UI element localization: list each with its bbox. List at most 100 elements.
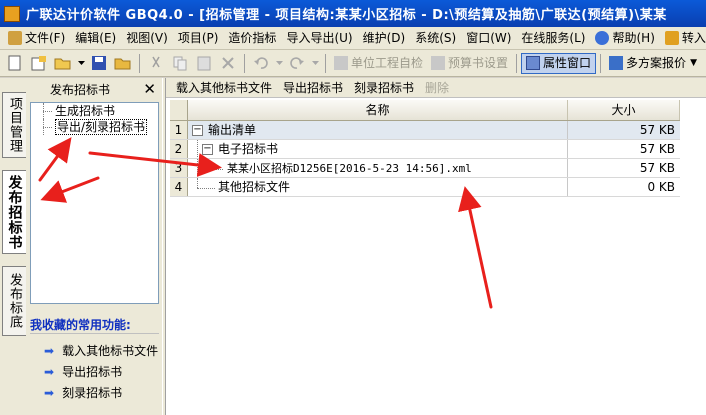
tree-connector: [207, 159, 208, 169]
menu-transfer[interactable]: 转入: [660, 28, 706, 49]
menu-system[interactable]: 系统(S): [410, 28, 461, 49]
menu-online-service-label: 在线服务(L): [521, 30, 586, 45]
unit-check-label: 单位工程自检: [351, 55, 424, 70]
grid-header: 名称 大小: [170, 100, 680, 121]
tree-item-label: 生成招标书: [55, 104, 116, 118]
paste-icon[interactable]: [194, 53, 214, 73]
menu-import-export-label: 导入导出(U): [286, 30, 353, 45]
arrow-right-icon: ➡: [44, 343, 55, 358]
multi-quote-button[interactable]: 多方案报价 ▼: [605, 53, 701, 74]
title-bar: 广联达计价软件 GBQ4.0 - [招标管理 - 项目结构:某某小区招标 - D…: [0, 0, 706, 27]
column-header-name[interactable]: 名称: [188, 100, 568, 120]
transfer-icon: [664, 31, 679, 45]
row-name-cell: − 输出清单: [188, 121, 568, 139]
menu-bar: 文件(F) 编辑(E) 视图(V) 项目(P) 造价指标 导入导出(U) 维护(…: [0, 27, 706, 50]
estimate-settings-button[interactable]: 预算书设置: [427, 53, 512, 74]
new-project-icon[interactable]: [29, 53, 49, 73]
table-row[interactable]: 2 − 电子招标书 57 KB: [170, 140, 680, 159]
toolbar: 单位工程自检 预算书设置 属性窗口 多方案报价 ▼: [0, 50, 706, 77]
burn-tender-button[interactable]: 刻录招标书: [354, 79, 414, 96]
table-row[interactable]: 4 其他招标文件 0 KB: [170, 178, 680, 197]
open-dropdown-chevron-icon[interactable]: [77, 53, 85, 73]
row-size: 57 KB: [639, 142, 675, 156]
app-logo-icon: [4, 5, 20, 22]
left-panel-title: 发布招标书: [50, 82, 111, 97]
row-size: 57 KB: [568, 121, 680, 139]
table-row[interactable]: 3 某某小区招标D1256E[2016-5-23 14:56].xml 57 K…: [170, 159, 680, 178]
menu-help[interactable]: 帮助(H): [590, 28, 659, 49]
left-panel: 发布招标书 ✕ 生成招标书 导出/刻录招标书 我收藏的常用功能: ➡ 载入其他标书…: [28, 78, 162, 415]
save-icon[interactable]: [89, 53, 109, 73]
menu-view[interactable]: 视图(V): [121, 28, 173, 49]
menu-edit[interactable]: 编辑(E): [70, 28, 121, 49]
row-number: 2: [170, 140, 188, 158]
menu-window[interactable]: 窗口(W): [461, 28, 516, 49]
favorite-export-tender[interactable]: ➡ 导出招标书: [44, 363, 122, 380]
tab-project-management[interactable]: 项目管理: [2, 92, 26, 158]
folder-icon[interactable]: [113, 53, 133, 73]
redo-icon[interactable]: [287, 53, 307, 73]
favorite-load-other-tender[interactable]: ➡ 载入其他标书文件: [44, 342, 158, 359]
tree-item-generate-tender[interactable]: 生成招标书: [31, 103, 158, 119]
row-size: 57 KB: [639, 161, 675, 175]
row-name: 其他招标文件: [218, 180, 291, 194]
right-panel: 载入其他标书文件 导出招标书 刻录招标书 删除 名称 大小 1 − 输出清单 5…: [166, 78, 706, 415]
row-number: 1: [170, 121, 188, 139]
arrow-right-icon: ➡: [44, 364, 55, 379]
row-number: 3: [170, 159, 188, 177]
export-tender-button[interactable]: 导出招标书: [283, 79, 343, 96]
delete-button[interactable]: 删除: [425, 79, 449, 96]
favorite-label: 载入其他标书文件: [62, 344, 159, 358]
property-window-label: 属性窗口: [543, 55, 592, 70]
cut-icon[interactable]: [146, 53, 166, 73]
tree-item-label: 导出/刻录招标书: [55, 119, 148, 135]
tab-publish-tender[interactable]: 发布招标书: [2, 170, 26, 254]
function-tree: 生成招标书 导出/刻录招标书: [30, 102, 159, 304]
toolbar-separator: [516, 53, 518, 73]
redo-dropdown-chevron-icon[interactable]: [311, 53, 319, 73]
menu-system-label: 系统(S): [415, 30, 457, 45]
menu-cost-index-label: 造价指标: [228, 30, 277, 45]
multi-quote-chevron-icon: ▼: [690, 57, 697, 68]
menu-project-label: 项目(P): [177, 30, 219, 45]
menu-cost-index[interactable]: 造价指标: [223, 28, 281, 49]
toolbar-separator: [325, 53, 326, 73]
unit-check-icon: [334, 56, 348, 70]
menu-import-export[interactable]: 导入导出(U): [281, 28, 357, 49]
property-window-icon: [526, 56, 541, 70]
row-name: 某某小区招标D1256E[2016-5-23 14:56].xml: [227, 162, 472, 175]
toolbar-separator: [139, 53, 140, 73]
row-number-header: [170, 100, 188, 120]
arrow-right-icon: ➡: [44, 385, 55, 400]
delete-icon[interactable]: [218, 53, 238, 73]
menu-help-label: 帮助(H): [612, 30, 655, 45]
tab-publish-tender-label: 发布招标书: [6, 174, 23, 250]
new-file-icon[interactable]: [5, 53, 25, 73]
undo-icon[interactable]: [251, 53, 271, 73]
left-panel-header: 发布招标书 ✕: [28, 78, 162, 100]
property-window-button[interactable]: 属性窗口: [521, 52, 597, 74]
menu-file[interactable]: 文件(F): [3, 28, 70, 49]
window-title: 广联达计价软件 GBQ4.0 - [招标管理 - 项目结构:某某小区招标 - D…: [26, 8, 667, 23]
column-header-size[interactable]: 大小: [568, 100, 680, 120]
menu-view-label: 视图(V): [126, 30, 168, 45]
menu-file-label: 文件(F): [25, 30, 66, 45]
copy-icon[interactable]: [170, 53, 190, 73]
menu-maintain[interactable]: 维护(D): [358, 28, 411, 49]
open-folder-icon[interactable]: [53, 53, 73, 73]
tab-publish-base-price[interactable]: 发布标底: [2, 266, 26, 336]
favorite-burn-tender[interactable]: ➡ 刻录招标书: [44, 384, 122, 401]
table-row[interactable]: 1 − 输出清单 57 KB: [170, 121, 680, 140]
menu-maintain-label: 维护(D): [362, 30, 406, 45]
unit-check-button[interactable]: 单位工程自检: [330, 53, 427, 74]
tree-item-export-burn-tender[interactable]: 导出/刻录招标书: [31, 119, 158, 135]
undo-dropdown-chevron-icon[interactable]: [275, 53, 283, 73]
tab-publish-base-price-label: 发布标底: [7, 273, 22, 329]
menu-online-service[interactable]: 在线服务(L): [516, 28, 590, 49]
close-icon[interactable]: ✕: [143, 81, 156, 97]
collapse-icon[interactable]: −: [192, 125, 203, 136]
load-other-tender-button[interactable]: 载入其他标书文件: [176, 79, 272, 96]
help-icon: [595, 31, 610, 45]
collapse-icon[interactable]: −: [202, 144, 213, 155]
menu-project[interactable]: 项目(P): [173, 28, 224, 49]
